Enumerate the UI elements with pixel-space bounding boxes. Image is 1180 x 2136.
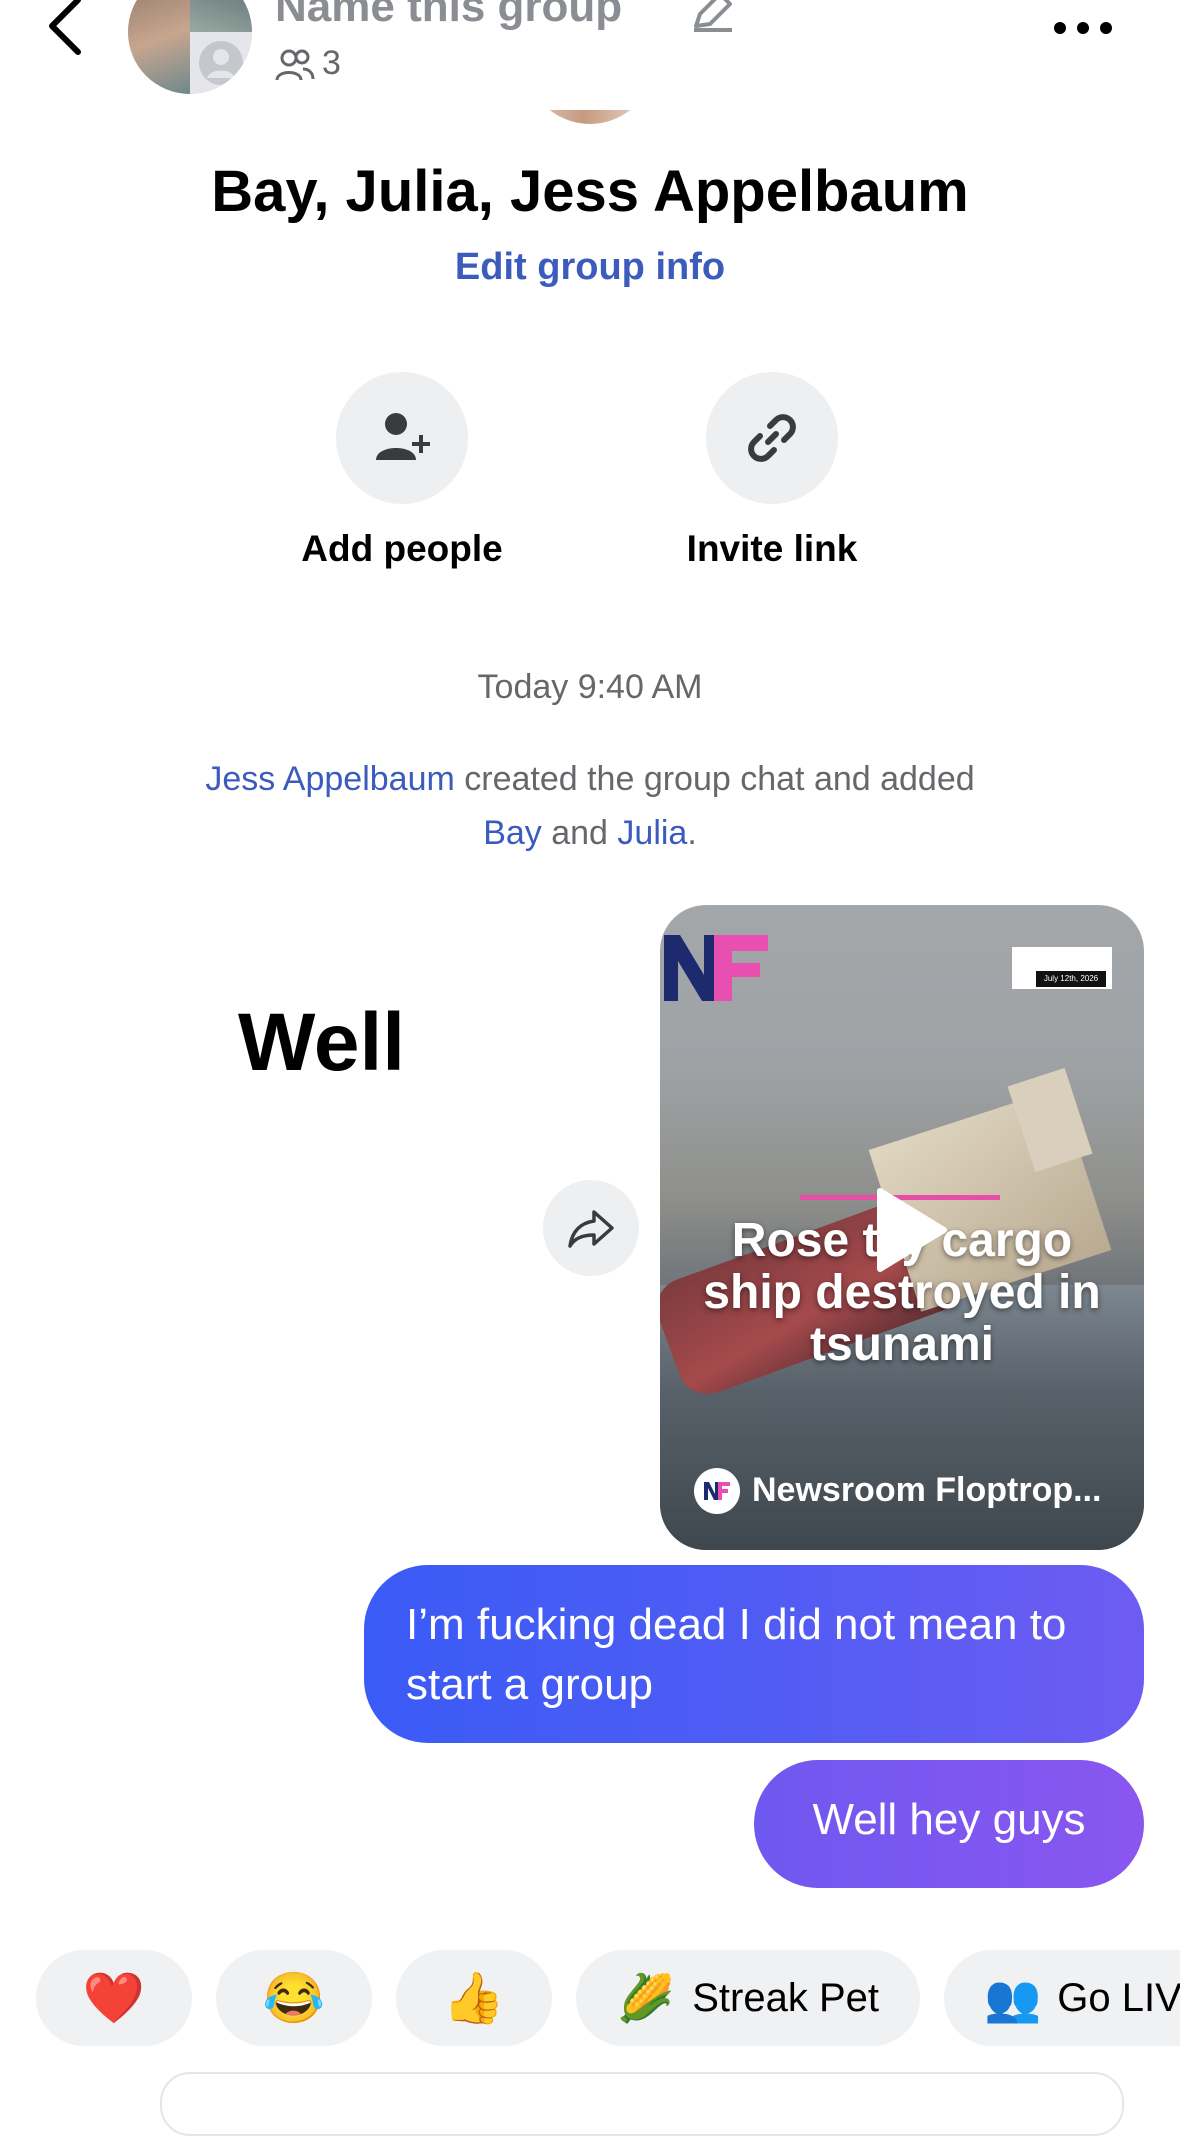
quick-reply-laugh[interactable]: 😂 [216,1950,372,2046]
add-people-button[interactable] [336,372,468,504]
members-icon [275,48,315,82]
member-photo [190,0,252,32]
message-composer[interactable] [160,2072,1124,2136]
pencil-icon[interactable] [690,0,734,32]
invite-link-button[interactable] [706,372,838,504]
chat-header: Name this group 3 [0,0,1180,110]
member-link[interactable]: Julia [617,814,687,852]
chip-label: Streak Pet [692,1975,880,2020]
quick-reply-streak-pet[interactable]: 🌽 Streak Pet [576,1950,920,2046]
creator-link[interactable]: Jess Appelbaum [205,760,455,798]
timestamp: Today 9:40 AM [477,668,703,706]
more-options-button[interactable] [1050,8,1116,48]
quick-reply-go-live[interactable]: 👥 Go LIV [944,1950,1180,2046]
chevron-left-icon [49,0,81,55]
member-link[interactable]: Bay [483,814,542,852]
edit-group-info-link[interactable]: Edit group info [0,246,1180,289]
more-icon [1054,22,1112,34]
group-title[interactable]: Name this group [275,0,622,32]
group-avatar[interactable] [128,0,252,94]
received-message[interactable]: Well [238,996,405,1090]
system-message: Jess Appelbaum created the group chat an… [205,760,975,852]
streak-pet-icon: 🌽 [616,1971,675,2024]
heart-icon: ❤️ [82,1969,146,2026]
default-avatar-icon [190,32,252,94]
member-photo [128,0,190,94]
nf-logo-icon [664,925,774,1005]
sent-message[interactable]: Well hey guys [754,1760,1144,1888]
quick-reply-heart[interactable]: ❤️ [36,1950,192,2046]
thumbs-up-icon: 👍 [442,1969,506,2026]
play-icon[interactable] [870,1185,950,1275]
people-icon: 👥 [984,1971,1042,2024]
invite-link-label: Invite link [686,528,858,569]
group-name: Bay, Julia, Jess Appelbaum [211,159,969,224]
sent-message[interactable]: I’m fucking dead I did not mean to start… [364,1565,1144,1743]
source-logo-icon [694,1468,740,1514]
share-arrow-icon [568,1210,614,1248]
laughing-emoji-icon: 😂 [262,1969,326,2026]
video-source[interactable]: Newsroom Floptrop... [752,1471,1101,1510]
shared-video-card[interactable]: July 12th, 2026 Rose t y cargo ship dest… [660,905,1144,1550]
link-icon [706,372,838,504]
add-person-icon [336,372,468,504]
share-button[interactable] [543,1180,639,1276]
chip-label: Go LIV [1057,1975,1180,2020]
back-button[interactable] [38,0,98,64]
date-badge: July 12th, 2026 [1036,971,1106,987]
quick-reply-thumbs-up[interactable]: 👍 [396,1950,552,2046]
members-count: 3 [322,44,341,82]
add-people-label: Add people [301,528,503,569]
